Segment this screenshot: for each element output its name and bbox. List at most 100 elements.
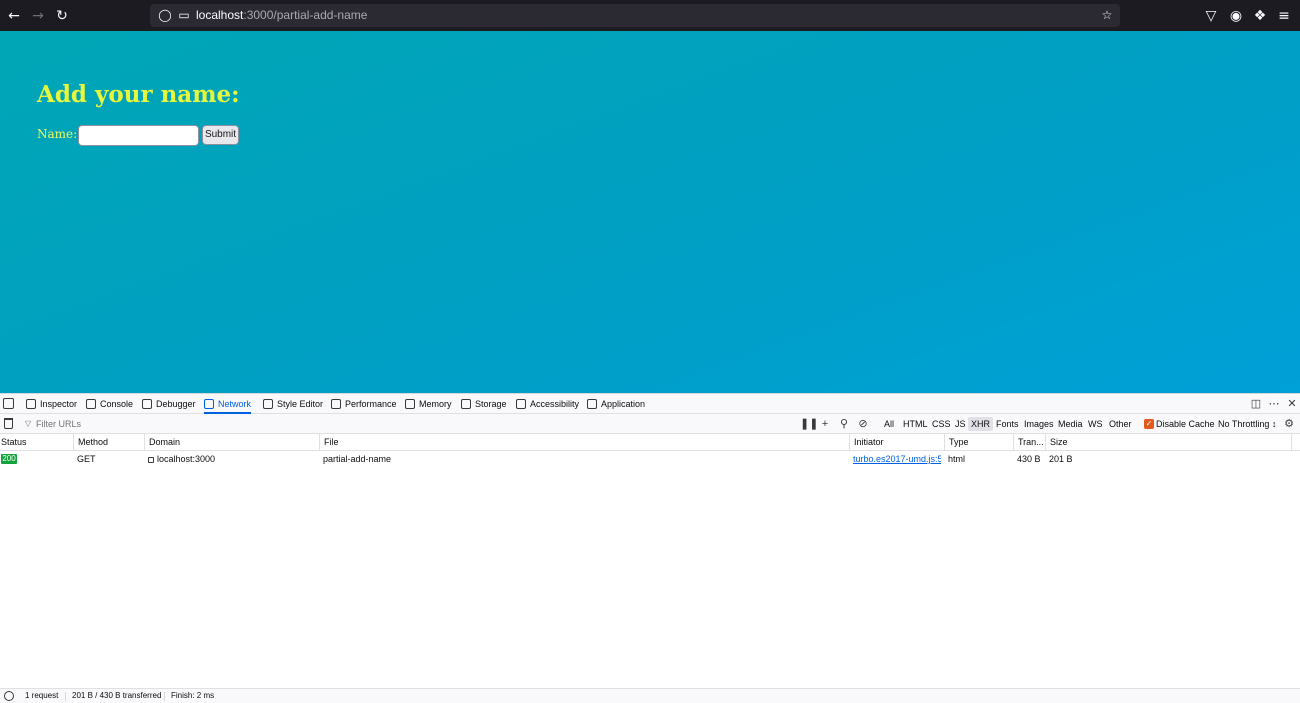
url-text: localhost:3000/partial-add-name bbox=[196, 8, 367, 22]
browser-toolbar: ← → ↻ ◯ ▭ localhost:3000/partial-add-nam… bbox=[0, 0, 1300, 31]
account-icon[interactable]: ◉ bbox=[1227, 7, 1245, 25]
bookmark-star-icon[interactable]: ☆ bbox=[1100, 8, 1114, 22]
add-icon[interactable]: + bbox=[819, 417, 831, 431]
tab-accessibility[interactable]: Accessibility bbox=[516, 394, 579, 414]
column-type[interactable]: Type bbox=[944, 434, 969, 450]
name-input[interactable] bbox=[78, 125, 199, 146]
request-method: GET bbox=[77, 454, 96, 464]
tab-memory[interactable]: Memory bbox=[405, 394, 452, 414]
settings-gear-icon[interactable]: ⚙ bbox=[1283, 417, 1295, 431]
network-summary-bar: 1 request 201 B / 430 B transferred Fini… bbox=[0, 688, 1300, 703]
column-status[interactable]: Status bbox=[0, 434, 27, 450]
request-initiator-link[interactable]: turbo.es2017-umd.js:52... bbox=[853, 451, 941, 467]
column-waterfall[interactable] bbox=[1291, 434, 1300, 450]
summary-transferred: 201 B / 430 B transferred bbox=[72, 691, 162, 700]
column-size[interactable]: Size bbox=[1045, 434, 1068, 450]
network-toolbar: ▽ ❚❚ + ⚲ ⊘ All HTML CSS JS XHR Fonts Ima… bbox=[0, 414, 1300, 434]
page-info-icon[interactable]: ▭ bbox=[177, 8, 191, 22]
divider bbox=[164, 692, 165, 701]
column-transferred[interactable]: Tran... bbox=[1013, 434, 1044, 450]
performance-analysis-icon[interactable] bbox=[4, 691, 14, 701]
url-host: localhost bbox=[196, 8, 244, 22]
filter-box: ▽ bbox=[20, 416, 320, 432]
memory-icon bbox=[405, 399, 415, 409]
column-domain[interactable]: Domain bbox=[144, 434, 180, 450]
table-header: Status Method Domain File Initiator Type… bbox=[0, 434, 1300, 451]
dock-side-icon[interactable]: ◫ bbox=[1249, 397, 1263, 411]
request-domain-text: localhost:3000 bbox=[157, 454, 216, 464]
accessibility-icon bbox=[516, 399, 526, 409]
tab-label: Memory bbox=[419, 399, 452, 409]
filter-other[interactable]: Other bbox=[1106, 417, 1135, 431]
inspector-icon bbox=[26, 399, 36, 409]
back-icon[interactable]: ← bbox=[5, 7, 23, 25]
tab-label: Console bbox=[100, 399, 134, 409]
tab-network[interactable]: Network bbox=[204, 394, 252, 414]
filter-html[interactable]: HTML bbox=[900, 417, 931, 431]
tab-label: Storage bbox=[475, 399, 507, 409]
block-icon[interactable]: ⊘ bbox=[857, 417, 869, 431]
tab-label: Network bbox=[218, 399, 252, 409]
url-path: :3000/partial-add-name bbox=[243, 8, 368, 22]
tab-label: Accessibility bbox=[530, 399, 580, 409]
column-file[interactable]: File bbox=[319, 434, 339, 450]
page-content: Add your name: Name: Submit bbox=[0, 31, 1300, 393]
clear-requests-icon[interactable] bbox=[4, 418, 13, 429]
tab-performance[interactable]: Performance bbox=[331, 394, 397, 414]
summary-finish: Finish: 2 ms bbox=[171, 691, 215, 700]
tab-style-editor[interactable]: Style Editor bbox=[263, 394, 323, 414]
more-options-icon[interactable]: ⋯ bbox=[1267, 397, 1281, 411]
application-icon bbox=[587, 399, 597, 409]
filter-ws[interactable]: WS bbox=[1085, 417, 1106, 431]
column-initiator[interactable]: Initiator bbox=[849, 434, 884, 450]
request-type: html bbox=[948, 454, 966, 464]
console-icon bbox=[86, 399, 96, 409]
divider bbox=[65, 692, 66, 701]
forward-icon[interactable]: → bbox=[29, 7, 47, 25]
menu-icon[interactable]: ≡ bbox=[1275, 7, 1293, 25]
table-row[interactable]: 200 GET localhost:3000 partial-add-name … bbox=[0, 451, 1300, 467]
reload-icon[interactable]: ↻ bbox=[53, 7, 71, 25]
lock-icon bbox=[148, 457, 154, 463]
extensions-icon[interactable]: ❖ bbox=[1251, 7, 1269, 25]
style-editor-icon bbox=[263, 399, 273, 409]
tab-label: Performance bbox=[345, 399, 397, 409]
performance-icon bbox=[331, 399, 341, 409]
shield-icon[interactable]: ◯ bbox=[158, 8, 172, 22]
tab-application[interactable]: Application bbox=[587, 394, 645, 414]
column-method[interactable]: Method bbox=[73, 434, 108, 450]
tab-console[interactable]: Console bbox=[86, 394, 133, 414]
throttling-select[interactable]: No Throttling ↕ bbox=[1218, 417, 1276, 431]
tab-label: Inspector bbox=[40, 399, 78, 409]
request-domain: localhost:3000 bbox=[148, 451, 215, 467]
storage-icon bbox=[461, 399, 471, 409]
summary-requests: 1 request bbox=[25, 691, 59, 700]
close-icon[interactable]: ✕ bbox=[1285, 397, 1299, 411]
pause-icon[interactable]: ❚❚ bbox=[800, 417, 818, 431]
request-file: partial-add-name bbox=[323, 454, 392, 464]
page-title: Add your name: bbox=[37, 81, 240, 108]
submit-button[interactable]: Submit bbox=[202, 125, 239, 145]
filter-js[interactable]: JS bbox=[952, 417, 969, 431]
filter-all[interactable]: All bbox=[881, 417, 897, 431]
search-icon[interactable]: ⚲ bbox=[838, 417, 850, 431]
tab-label: Application bbox=[601, 399, 646, 409]
status-badge: 200 bbox=[1, 454, 17, 464]
filter-urls-input[interactable] bbox=[36, 416, 316, 432]
disable-cache-checkbox[interactable]: ✓ bbox=[1144, 419, 1154, 429]
network-icon bbox=[204, 399, 214, 409]
tab-storage[interactable]: Storage bbox=[461, 394, 507, 414]
filter-css[interactable]: CSS bbox=[929, 417, 954, 431]
pocket-icon[interactable]: ▽ bbox=[1202, 7, 1220, 25]
filter-xhr[interactable]: XHR bbox=[968, 417, 994, 431]
disable-cache-label[interactable]: Disable Cache bbox=[1156, 417, 1215, 431]
element-picker-icon[interactable] bbox=[3, 398, 14, 409]
filter-media[interactable]: Media bbox=[1055, 417, 1086, 431]
filter-fonts[interactable]: Fonts bbox=[993, 417, 1022, 431]
filter-images[interactable]: Images bbox=[1021, 417, 1057, 431]
url-bar[interactable]: ◯ ▭ localhost:3000/partial-add-name ☆ bbox=[150, 4, 1120, 27]
tab-debugger[interactable]: Debugger bbox=[142, 394, 196, 414]
tab-label: Debugger bbox=[156, 399, 196, 409]
tab-inspector[interactable]: Inspector bbox=[26, 394, 77, 414]
name-label: Name: bbox=[37, 127, 78, 141]
